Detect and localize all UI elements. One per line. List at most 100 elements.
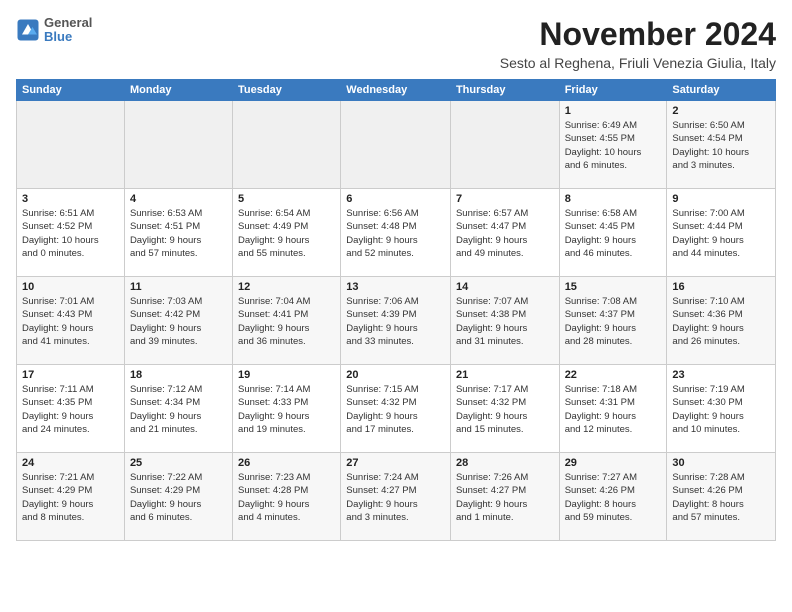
day-number: 12 bbox=[238, 281, 335, 293]
day-info: Sunrise: 7:14 AM Sunset: 4:33 PM Dayligh… bbox=[238, 383, 335, 436]
day-info: Sunrise: 7:06 AM Sunset: 4:39 PM Dayligh… bbox=[346, 295, 445, 348]
day-info: Sunrise: 6:53 AM Sunset: 4:51 PM Dayligh… bbox=[130, 207, 227, 260]
day-cell: 4 Sunrise: 6:53 AM Sunset: 4:51 PM Daylig… bbox=[124, 189, 232, 277]
header-cell-sunday: Sunday bbox=[17, 80, 125, 101]
day-cell: 15 Sunrise: 7:08 AM Sunset: 4:37 PM Dayli… bbox=[559, 277, 667, 365]
day-cell: 17 Sunrise: 7:11 AM Sunset: 4:35 PM Dayli… bbox=[17, 365, 125, 453]
day-number: 19 bbox=[238, 369, 335, 381]
day-cell: 22 Sunrise: 7:18 AM Sunset: 4:31 PM Dayli… bbox=[559, 365, 667, 453]
header-cell-thursday: Thursday bbox=[450, 80, 559, 101]
header-cell-saturday: Saturday bbox=[667, 80, 776, 101]
day-number: 11 bbox=[130, 281, 227, 293]
day-number: 26 bbox=[238, 457, 335, 469]
day-number: 2 bbox=[672, 105, 770, 117]
logo-line2: Blue bbox=[44, 30, 92, 44]
day-cell: 25 Sunrise: 7:22 AM Sunset: 4:29 PM Dayli… bbox=[124, 453, 232, 541]
day-number: 15 bbox=[565, 281, 662, 293]
day-number: 7 bbox=[456, 193, 554, 205]
day-number: 27 bbox=[346, 457, 445, 469]
week-row-2: 10Sunrise: 7:01 AM Sunset: 4:43 PM Dayli… bbox=[17, 277, 776, 365]
day-info: Sunrise: 7:22 AM Sunset: 4:29 PM Dayligh… bbox=[130, 471, 227, 524]
day-cell: 14 Sunrise: 7:07 AM Sunset: 4:38 PM Dayli… bbox=[450, 277, 559, 365]
day-cell: 19 Sunrise: 7:14 AM Sunset: 4:33 PM Dayli… bbox=[233, 365, 341, 453]
header-cell-monday: Monday bbox=[124, 80, 232, 101]
calendar-header: SundayMondayTuesdayWednesdayThursdayFrid… bbox=[17, 80, 776, 101]
header-cell-friday: Friday bbox=[559, 80, 667, 101]
day-info: Sunrise: 7:08 AM Sunset: 4:37 PM Dayligh… bbox=[565, 295, 662, 348]
day-info: Sunrise: 6:58 AM Sunset: 4:45 PM Dayligh… bbox=[565, 207, 662, 260]
day-number: 23 bbox=[672, 369, 770, 381]
day-info: Sunrise: 6:51 AM Sunset: 4:52 PM Dayligh… bbox=[22, 207, 119, 260]
day-cell: 21Sunrise: 7:17 AM Sunset: 4:32 PM Dayli… bbox=[450, 365, 559, 453]
day-info: Sunrise: 6:50 AM Sunset: 4:54 PM Dayligh… bbox=[672, 119, 770, 172]
day-info: Sunrise: 7:26 AM Sunset: 4:27 PM Dayligh… bbox=[456, 471, 554, 524]
day-cell: 12 Sunrise: 7:04 AM Sunset: 4:41 PM Dayli… bbox=[233, 277, 341, 365]
day-info: Sunrise: 7:19 AM Sunset: 4:30 PM Dayligh… bbox=[672, 383, 770, 436]
day-cell bbox=[17, 101, 125, 189]
day-cell: 29Sunrise: 7:27 AM Sunset: 4:26 PM Dayli… bbox=[559, 453, 667, 541]
logo-line1: General bbox=[44, 16, 92, 30]
day-number: 20 bbox=[346, 369, 445, 381]
day-number: 28 bbox=[456, 457, 554, 469]
logo-icon bbox=[16, 18, 40, 42]
location-title: Sesto al Reghena, Friuli Venezia Giulia,… bbox=[500, 55, 776, 71]
day-info: Sunrise: 7:12 AM Sunset: 4:34 PM Dayligh… bbox=[130, 383, 227, 436]
day-number: 22 bbox=[565, 369, 662, 381]
day-info: Sunrise: 7:27 AM Sunset: 4:26 PM Dayligh… bbox=[565, 471, 662, 524]
day-cell: 28 Sunrise: 7:26 AM Sunset: 4:27 PM Dayli… bbox=[450, 453, 559, 541]
day-info: Sunrise: 7:15 AM Sunset: 4:32 PM Dayligh… bbox=[346, 383, 445, 436]
day-info: Sunrise: 7:01 AM Sunset: 4:43 PM Dayligh… bbox=[22, 295, 119, 348]
header: General Blue November 2024 Sesto al Regh… bbox=[16, 16, 776, 71]
day-cell: 10Sunrise: 7:01 AM Sunset: 4:43 PM Dayli… bbox=[17, 277, 125, 365]
header-cell-wednesday: Wednesday bbox=[341, 80, 451, 101]
day-cell: 2 Sunrise: 6:50 AM Sunset: 4:54 PM Daylig… bbox=[667, 101, 776, 189]
day-cell bbox=[233, 101, 341, 189]
day-cell: 5Sunrise: 6:54 AM Sunset: 4:49 PM Daylig… bbox=[233, 189, 341, 277]
week-row-3: 17 Sunrise: 7:11 AM Sunset: 4:35 PM Dayli… bbox=[17, 365, 776, 453]
day-number: 14 bbox=[456, 281, 554, 293]
day-number: 30 bbox=[672, 457, 770, 469]
week-row-0: 1 Sunrise: 6:49 AM Sunset: 4:55 PM Daylig… bbox=[17, 101, 776, 189]
day-number: 1 bbox=[565, 105, 662, 117]
calendar-table: SundayMondayTuesdayWednesdayThursdayFrid… bbox=[16, 79, 776, 541]
day-info: Sunrise: 7:10 AM Sunset: 4:36 PM Dayligh… bbox=[672, 295, 770, 348]
day-cell bbox=[341, 101, 451, 189]
logo-text: General Blue bbox=[44, 16, 92, 45]
day-cell: 13 Sunrise: 7:06 AM Sunset: 4:39 PM Dayli… bbox=[341, 277, 451, 365]
logo: General Blue bbox=[16, 16, 92, 45]
day-info: Sunrise: 7:04 AM Sunset: 4:41 PM Dayligh… bbox=[238, 295, 335, 348]
day-number: 6 bbox=[346, 193, 445, 205]
day-number: 5 bbox=[238, 193, 335, 205]
day-number: 25 bbox=[130, 457, 227, 469]
day-cell bbox=[124, 101, 232, 189]
day-cell: 1 Sunrise: 6:49 AM Sunset: 4:55 PM Daylig… bbox=[559, 101, 667, 189]
day-info: Sunrise: 7:11 AM Sunset: 4:35 PM Dayligh… bbox=[22, 383, 119, 436]
day-info: Sunrise: 7:18 AM Sunset: 4:31 PM Dayligh… bbox=[565, 383, 662, 436]
day-cell: 24Sunrise: 7:21 AM Sunset: 4:29 PM Dayli… bbox=[17, 453, 125, 541]
header-cell-tuesday: Tuesday bbox=[233, 80, 341, 101]
day-info: Sunrise: 6:49 AM Sunset: 4:55 PM Dayligh… bbox=[565, 119, 662, 172]
calendar-body: 1 Sunrise: 6:49 AM Sunset: 4:55 PM Daylig… bbox=[17, 101, 776, 541]
day-cell: 8Sunrise: 6:58 AM Sunset: 4:45 PM Daylig… bbox=[559, 189, 667, 277]
day-number: 13 bbox=[346, 281, 445, 293]
week-row-4: 24Sunrise: 7:21 AM Sunset: 4:29 PM Dayli… bbox=[17, 453, 776, 541]
week-row-1: 3 Sunrise: 6:51 AM Sunset: 4:52 PM Daylig… bbox=[17, 189, 776, 277]
day-cell: 11Sunrise: 7:03 AM Sunset: 4:42 PM Dayli… bbox=[124, 277, 232, 365]
day-cell: 9Sunrise: 7:00 AM Sunset: 4:44 PM Daylig… bbox=[667, 189, 776, 277]
day-info: Sunrise: 6:57 AM Sunset: 4:47 PM Dayligh… bbox=[456, 207, 554, 260]
day-number: 18 bbox=[130, 369, 227, 381]
day-cell: 7 Sunrise: 6:57 AM Sunset: 4:47 PM Daylig… bbox=[450, 189, 559, 277]
day-number: 21 bbox=[456, 369, 554, 381]
day-info: Sunrise: 7:07 AM Sunset: 4:38 PM Dayligh… bbox=[456, 295, 554, 348]
day-number: 4 bbox=[130, 193, 227, 205]
day-cell: 18 Sunrise: 7:12 AM Sunset: 4:34 PM Dayli… bbox=[124, 365, 232, 453]
day-cell bbox=[450, 101, 559, 189]
day-number: 17 bbox=[22, 369, 119, 381]
day-info: Sunrise: 7:00 AM Sunset: 4:44 PM Dayligh… bbox=[672, 207, 770, 260]
day-number: 16 bbox=[672, 281, 770, 293]
day-cell: 23 Sunrise: 7:19 AM Sunset: 4:30 PM Dayli… bbox=[667, 365, 776, 453]
day-cell: 26Sunrise: 7:23 AM Sunset: 4:28 PM Dayli… bbox=[233, 453, 341, 541]
day-number: 3 bbox=[22, 193, 119, 205]
day-cell: 16 Sunrise: 7:10 AM Sunset: 4:36 PM Dayli… bbox=[667, 277, 776, 365]
day-cell: 27Sunrise: 7:24 AM Sunset: 4:27 PM Dayli… bbox=[341, 453, 451, 541]
